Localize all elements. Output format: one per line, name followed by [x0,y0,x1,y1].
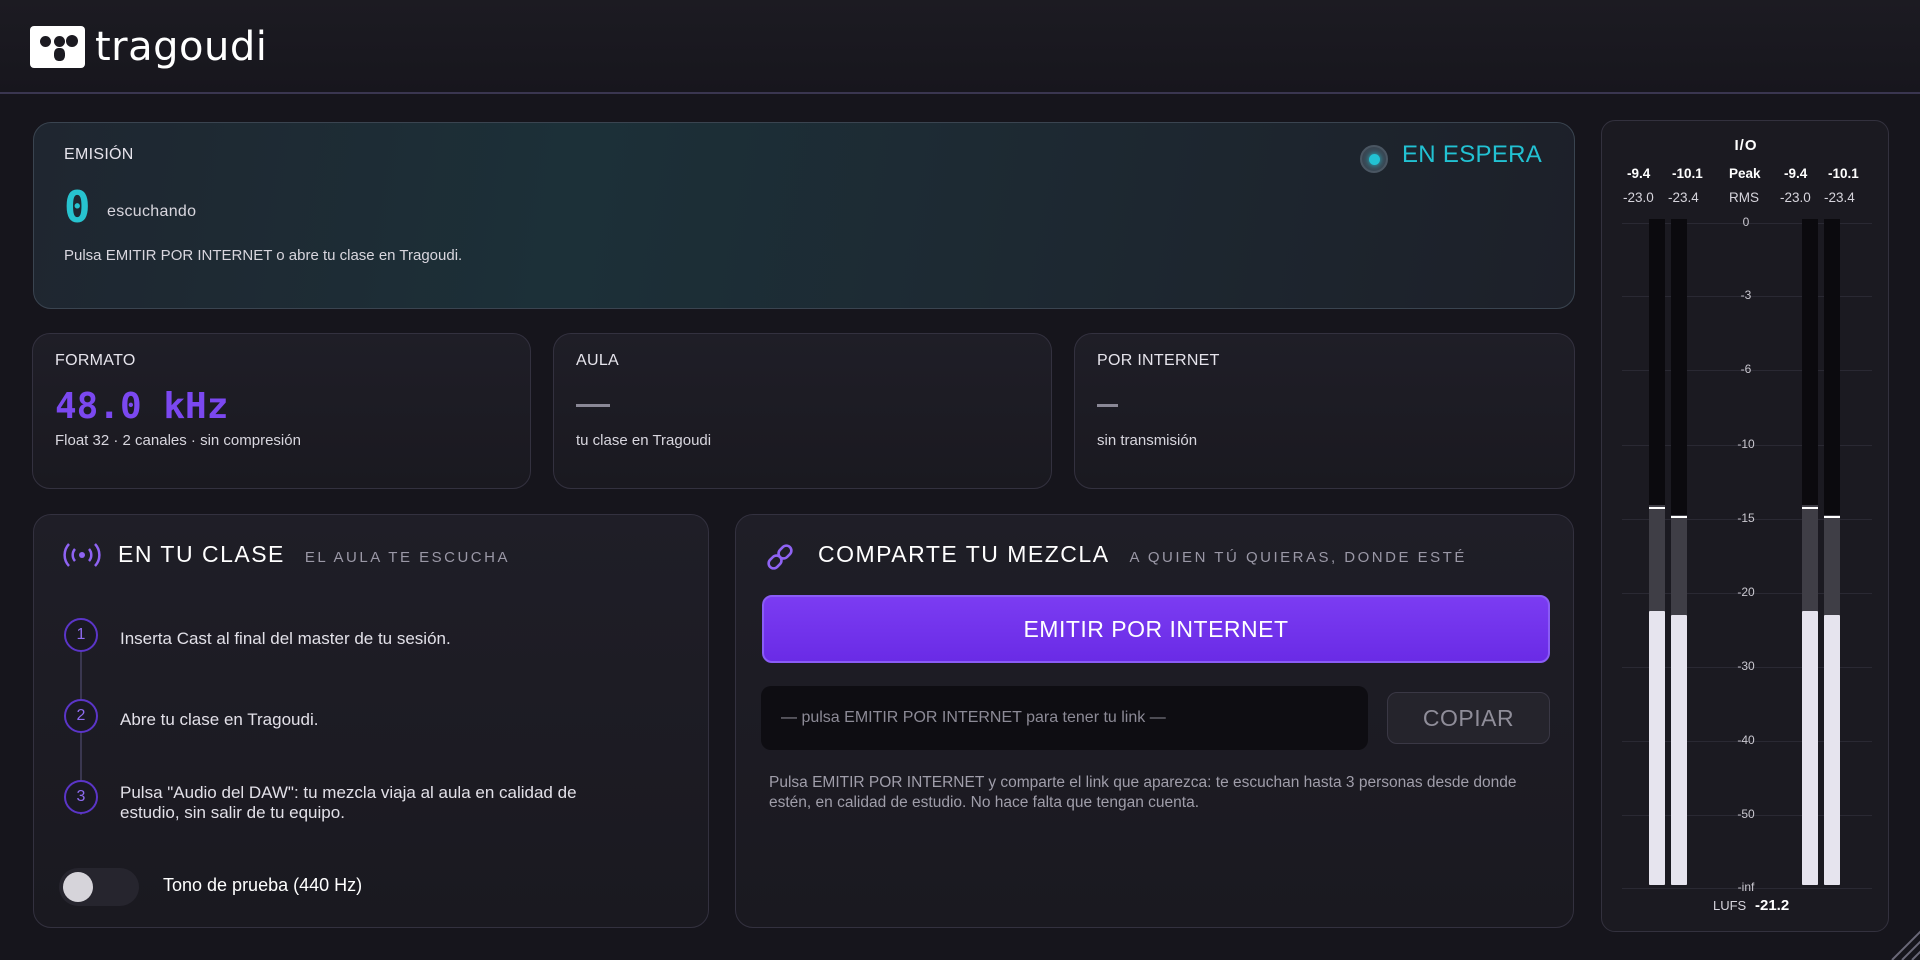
emision-label: EMISIÓN [64,146,134,163]
internet-card: POR INTERNET sin transmisión [1074,333,1575,489]
brand-name: tragoudi [95,24,268,70]
meter-scale-label: -inf [1737,880,1755,894]
in-left-peak-hold [1649,507,1665,509]
out-r-peak: -10.1 [1828,166,1859,181]
mezcla-header: COMPARTE TU MEZCLA A QUIEN TÚ QUIERAS, D… [764,541,1467,573]
aula-sub: tu clase en Tragoudi [576,432,712,449]
in-right-meter [1671,219,1687,885]
listener-count: 0 [64,182,91,233]
format-details: Float 32 · 2 canales · sin compresión [55,432,301,449]
step-3-text: Pulsa "Audio del DAW": tu mezcla viaja a… [120,783,577,822]
logo-icon [30,26,85,68]
emision-hint: Pulsa EMITIR POR INTERNET o abre tu clas… [64,247,463,264]
in-right-rms-fill [1671,615,1687,885]
in-r-rms: -23.4 [1668,190,1699,205]
clase-header: EN TU CLASE EL AULA TE ESCUCHA [62,541,510,569]
meter-scale-label: -40 [1737,733,1755,747]
out-left-meter [1802,219,1818,885]
meter-scale-label: -50 [1737,807,1755,821]
formato-label: FORMATO [55,352,136,369]
emision-card: EMISIÓN 0 escuchando Pulsa EMITIR POR IN… [33,122,1575,309]
sample-rate-value: 48.0 kHz [55,386,229,427]
peak-label: Peak [1729,166,1761,181]
aula-empty-value [576,404,610,407]
status-indicator-icon [1360,145,1388,173]
listener-count-label: escuchando [107,203,197,220]
in-l-peak: -9.4 [1627,166,1651,181]
meter-scale-label: -3 [1740,288,1752,302]
in-r-peak: -10.1 [1672,166,1703,181]
clase-panel: EN TU CLASE EL AULA TE ESCUCHA 1 Inserta… [33,514,709,928]
meter-scale-label: -30 [1737,659,1755,673]
meter-scale-label: 0 [1742,215,1750,229]
meter-title: I/O [1734,137,1758,154]
internet-sub: sin transmisión [1097,432,1198,449]
share-link-field[interactable]: — pulsa EMITIR POR INTERNET para tener t… [761,686,1368,750]
out-left-peak-hold [1802,507,1818,509]
in-left-rms-fill [1649,611,1665,885]
step-2-number: 2 [64,699,98,733]
in-left-meter [1649,219,1665,885]
aula-label: AULA [576,352,619,369]
out-right-peak-hold [1824,516,1840,518]
rms-label: RMS [1729,190,1759,205]
mezcla-title: COMPARTE TU MEZCLA [818,541,1110,567]
resize-grip-icon[interactable] [1888,926,1920,960]
link-icon [767,544,793,570]
mezcla-panel: COMPARTE TU MEZCLA A QUIEN TÚ QUIERAS, D… [735,514,1574,928]
step-2-text: Abre tu clase en Tragoudi. [120,710,319,729]
meter-scale-label: -15 [1737,511,1755,525]
test-tone-label: Tono de prueba (440 Hz) [163,875,363,895]
broadcast-icon [63,543,101,567]
out-r-rms: -23.4 [1824,190,1855,205]
meter-scale-label: -10 [1737,437,1755,451]
test-tone-toggle[interactable] [59,868,139,906]
out-l-rms: -23.0 [1780,190,1811,205]
clase-title: EN TU CLASE [118,541,285,567]
internet-label: POR INTERNET [1097,352,1220,369]
out-l-peak: -9.4 [1784,166,1808,181]
step-3-number: 3 [64,780,98,814]
clase-subtitle: EL AULA TE ESCUCHA [304,549,510,566]
emit-internet-button[interactable]: EMITIR POR INTERNET [762,595,1550,663]
meter-scale-label: -6 [1740,362,1752,376]
lufs-label: LUFS [1713,898,1747,913]
brand-logo[interactable]: tragoudi [30,26,267,68]
io-meter-panel: I/O -9.4 -10.1 Peak -9.4 -10.1 -23.0 -23… [1601,120,1889,932]
lufs-value: -21.2 [1755,897,1790,914]
share-note: Pulsa EMITIR POR INTERNET y comparte el … [769,774,1517,811]
copy-link-button[interactable]: COPIAR [1387,692,1550,744]
app-header: tragoudi [0,0,1920,94]
step-1-number: 1 [64,618,98,652]
out-right-meter [1824,219,1840,885]
out-right-rms-fill [1824,615,1840,885]
internet-empty-value [1097,404,1118,407]
meter-scale-label: -20 [1737,585,1755,599]
formato-card: FORMATO 48.0 kHz Float 32 · 2 canales · … [32,333,531,489]
in-right-peak-hold [1671,516,1687,518]
out-left-rms-fill [1802,611,1818,885]
mezcla-subtitle: A QUIEN TÚ QUIERAS, DONDE ESTÉ [1129,549,1467,566]
in-l-rms: -23.0 [1623,190,1654,205]
aula-card: AULA tu clase en Tragoudi [553,333,1052,489]
step-1-text: Inserta Cast al final del master de tu s… [120,629,451,648]
status-text: EN ESPERA [1402,141,1543,168]
